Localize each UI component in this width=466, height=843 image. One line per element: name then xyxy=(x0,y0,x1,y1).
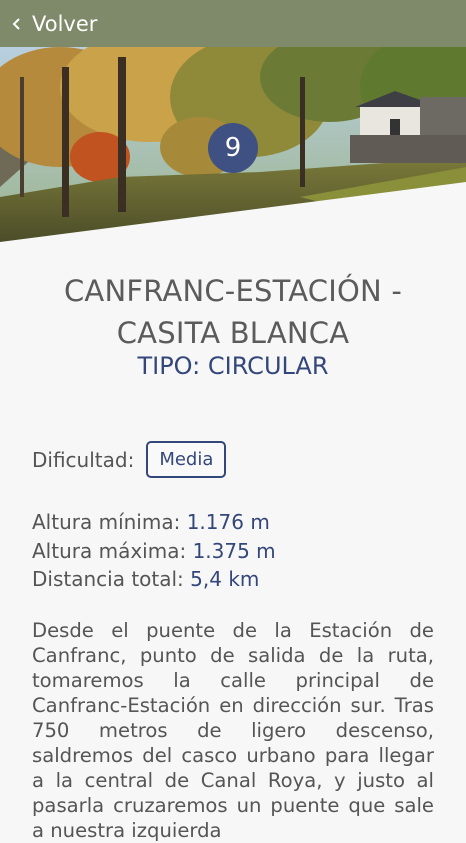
top-bar: Volver xyxy=(0,0,466,47)
back-button[interactable]: Volver xyxy=(10,12,97,36)
route-stats: Altura mínima: 1.176 m Altura máxima: 1.… xyxy=(32,508,276,594)
route-type: TIPO: CIRCULAR xyxy=(137,352,329,380)
back-label: Volver xyxy=(32,11,98,36)
max-altitude-row: Altura máxima: 1.375 m xyxy=(32,537,276,566)
difficulty-row: Dificultad: Media xyxy=(32,441,227,478)
total-distance-value: 5,4 km xyxy=(190,567,260,591)
difficulty-label: Dificultad: xyxy=(32,447,135,472)
difficulty-badge: Media xyxy=(146,441,227,478)
total-distance-label: Distancia total: xyxy=(32,567,184,591)
min-altitude-label: Altura mínima: xyxy=(32,510,181,534)
max-altitude-value: 1.375 m xyxy=(192,538,276,563)
route-description: Desde el puente de la Estación de Canfra… xyxy=(32,619,434,842)
chevron-left-icon xyxy=(10,12,24,36)
route-title: CANFRANC-ESTACIÓN - CASITA BLANCA xyxy=(63,274,402,350)
total-distance-row: Distancia total: 5,4 km xyxy=(32,565,276,594)
min-altitude-value: 1.176 m xyxy=(186,510,270,534)
route-number-badge: 9 xyxy=(208,123,258,173)
max-altitude-label: Altura máxima: xyxy=(32,538,187,563)
min-altitude-row: Altura mínima: 1.176 m xyxy=(32,508,276,537)
